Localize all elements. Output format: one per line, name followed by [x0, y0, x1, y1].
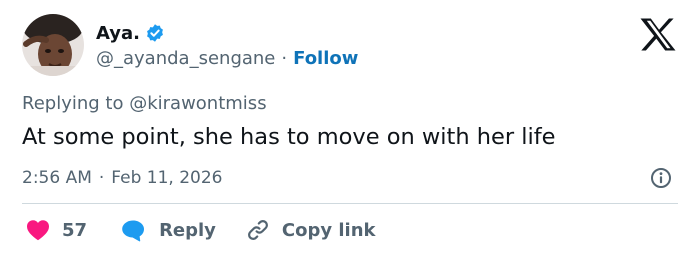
action-bar: 57 Reply Copy link [26, 216, 376, 244]
reply-context: Replying to @kirawontmiss [22, 93, 267, 114]
timestamp[interactable]: 2:56 AM · Feb 11, 2026 [22, 168, 223, 188]
reply-prefix: Replying to [22, 93, 124, 114]
tweet-date[interactable]: Feb 11, 2026 [111, 168, 222, 188]
author-handle[interactable]: @_ayanda_sengane [96, 48, 275, 69]
copy-link-button[interactable]: Copy link [246, 218, 376, 242]
separator-dot: · [98, 168, 105, 188]
copy-link-label: Copy link [281, 219, 376, 241]
reply-mention-link[interactable]: @kirawontmiss [129, 93, 266, 114]
divider [22, 203, 678, 204]
heart-icon [26, 219, 50, 241]
avatar-photo [22, 14, 84, 76]
info-icon[interactable] [650, 167, 672, 189]
tweet-text: At some point, she has to move on with h… [22, 124, 556, 150]
link-icon [246, 218, 270, 242]
like-count: 57 [62, 219, 88, 241]
tweet-time[interactable]: 2:56 AM [22, 168, 92, 188]
speech-bubble-icon [121, 219, 145, 242]
reply-button[interactable]: Reply [121, 219, 216, 242]
avatar[interactable] [22, 14, 84, 76]
reply-label: Reply [159, 219, 216, 241]
like-button[interactable]: 57 [26, 219, 87, 241]
verified-badge-icon [145, 23, 165, 43]
author-name[interactable]: Aya. [96, 23, 140, 44]
separator-dot: · [281, 48, 288, 69]
x-logo-icon[interactable] [640, 18, 676, 51]
follow-button[interactable]: Follow [293, 48, 358, 69]
